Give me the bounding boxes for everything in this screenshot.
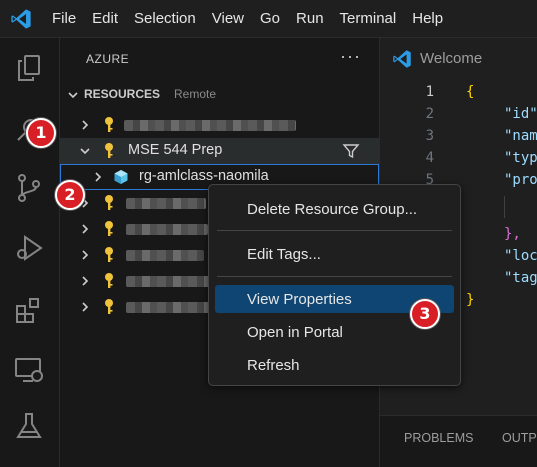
step-callout-2: 2 (55, 180, 85, 210)
tab-welcome-label: Welcome (420, 50, 483, 67)
panel-tab-bar: PROBLEMS OUTP (380, 415, 537, 467)
menu-separator (217, 276, 452, 277)
code-key-type: "typ (504, 150, 537, 166)
extensions-icon[interactable] (13, 294, 45, 326)
code-key-tags: "tag (504, 270, 537, 286)
key-icon (105, 143, 113, 158)
code-key-id: "id" (504, 106, 537, 122)
remote-explorer-icon[interactable] (13, 354, 45, 386)
step-callout-3: 3 (410, 299, 440, 329)
menu-run[interactable]: Run (288, 0, 332, 38)
blurred-subscription-name (126, 302, 212, 313)
key-icon (105, 195, 113, 210)
chevron-right-icon (82, 250, 89, 260)
chevron-right-icon (82, 302, 89, 312)
chevron-right-icon (95, 172, 102, 182)
indent-guide (504, 196, 505, 218)
subscription-row-mse-544-prep[interactable]: MSE 544 Prep (60, 138, 379, 164)
menu-separator (217, 230, 452, 231)
subscription-label: MSE 544 Prep (128, 142, 223, 158)
step-callout-1: 1 (26, 118, 56, 148)
run-debug-icon[interactable] (13, 232, 45, 264)
source-control-icon[interactable] (13, 172, 45, 204)
code-key-name: "nam (504, 128, 537, 144)
key-icon (105, 117, 113, 132)
key-icon (105, 221, 113, 236)
resources-section-subtitle: Remote (174, 87, 217, 101)
menu-go[interactable]: Go (252, 0, 288, 38)
chevron-right-icon (82, 224, 89, 234)
key-icon (105, 273, 113, 288)
side-bar-title: AZURE (86, 52, 130, 66)
line-number: 1 (425, 84, 434, 100)
menu-item-label: Open in Portal (247, 324, 343, 341)
code-key-location: "loc (504, 248, 537, 264)
tab-welcome[interactable]: Welcome (380, 38, 537, 80)
vscode-tab-icon (393, 50, 411, 68)
menu-selection[interactable]: Selection (126, 0, 204, 38)
resource-group-cube-icon (114, 170, 128, 184)
resources-section-title: RESOURCES (84, 87, 161, 101)
code-close-brace: } (466, 292, 475, 308)
menu-help[interactable]: Help (404, 0, 451, 38)
menu-item-label: Refresh (247, 357, 300, 374)
filter-icon[interactable] (342, 142, 360, 160)
line-number: 4 (425, 150, 434, 166)
blurred-subscription-name (126, 250, 204, 261)
vscode-logo-icon (11, 9, 31, 29)
blurred-subscription-name (126, 224, 208, 235)
blurred-subscription-name (126, 198, 206, 209)
line-number: 2 (425, 106, 434, 122)
blurred-subscription-name (124, 120, 296, 131)
chevron-down-icon (68, 92, 78, 99)
context-menu: Delete Resource Group... Edit Tags... Vi… (208, 184, 461, 386)
tab-problems[interactable]: PROBLEMS (404, 431, 473, 445)
menu-item-refresh[interactable]: Refresh (215, 351, 454, 379)
testing-flask-icon[interactable] (13, 410, 45, 442)
menu-item-label: Edit Tags... (247, 246, 321, 263)
key-icon (105, 247, 113, 262)
key-icon (105, 299, 113, 314)
code-close-object: }, (504, 226, 521, 242)
subscription-row[interactable] (60, 112, 379, 138)
resource-group-label: rg-amlclass-naomila (139, 168, 269, 184)
menu-terminal[interactable]: Terminal (332, 0, 405, 38)
editor-tab-bar: Welcome (380, 38, 537, 80)
menu-edit[interactable]: Edit (84, 0, 126, 38)
blurred-subscription-name (126, 276, 210, 287)
activity-bar (0, 38, 60, 467)
code-key-properties: "pro (504, 172, 537, 188)
menu-view[interactable]: View (204, 0, 252, 38)
tab-output[interactable]: OUTP (502, 431, 537, 445)
menu-item-delete-resource-group[interactable]: Delete Resource Group... (215, 195, 454, 223)
chevron-down-icon (80, 148, 90, 155)
more-actions-button[interactable]: ··· (340, 46, 361, 67)
menu-bar: File Edit Selection View Go Run Terminal… (44, 0, 451, 38)
title-bar: File Edit Selection View Go Run Terminal… (0, 0, 537, 38)
chevron-right-icon (82, 120, 89, 130)
line-number: 3 (425, 128, 434, 144)
explorer-icon[interactable] (13, 52, 45, 84)
chevron-right-icon (82, 276, 89, 286)
code-open-brace: { (466, 84, 475, 100)
resources-section-header[interactable]: RESOURCES Remote (60, 84, 379, 106)
menu-item-edit-tags[interactable]: Edit Tags... (215, 240, 454, 268)
menu-item-label: View Properties (247, 291, 352, 308)
menu-file[interactable]: File (44, 0, 84, 38)
menu-item-label: Delete Resource Group... (247, 201, 418, 218)
